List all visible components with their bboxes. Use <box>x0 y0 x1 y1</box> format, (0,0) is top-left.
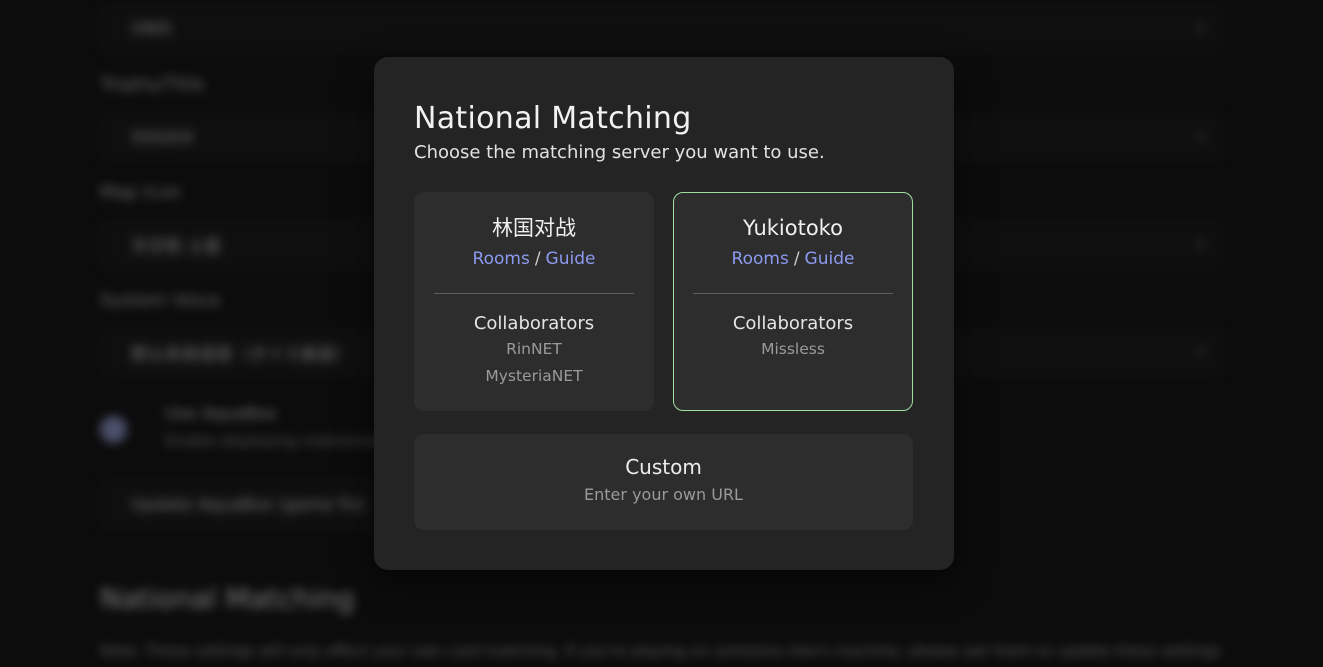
link-separator: / <box>535 249 541 269</box>
custom-card-title: Custom <box>414 454 913 480</box>
server-name: 林国对战 <box>415 215 653 241</box>
modal-subtitle: Choose the matching server you want to u… <box>414 141 914 165</box>
collaborator-name: Missless <box>674 336 912 363</box>
collaborators-heading: Collaborators <box>415 312 653 336</box>
link-separator: / <box>794 249 800 269</box>
rooms-link[interactable]: Rooms <box>732 249 789 269</box>
collaborators-heading: Collaborators <box>674 312 912 336</box>
server-name: Yukiotoko <box>674 215 912 241</box>
card-divider <box>693 293 893 294</box>
guide-link[interactable]: Guide <box>546 249 596 269</box>
card-divider <box>434 293 634 294</box>
custom-card-subtitle: Enter your own URL <box>414 484 913 506</box>
rooms-link[interactable]: Rooms <box>473 249 530 269</box>
custom-server-card[interactable]: Custom Enter your own URL <box>414 434 913 530</box>
national-matching-modal: National Matching Choose the matching se… <box>374 57 954 570</box>
server-card-linguo[interactable]: 林国对战 Rooms/Guide Collaborators RinNET My… <box>414 192 654 411</box>
modal-title: National Matching <box>414 101 914 137</box>
collaborator-name: RinNET <box>415 336 653 363</box>
server-links: Rooms/Guide <box>674 247 912 271</box>
server-card-yukiotoko[interactable]: Yukiotoko Rooms/Guide Collaborators Miss… <box>673 192 913 411</box>
server-links: Rooms/Guide <box>415 247 653 271</box>
guide-link[interactable]: Guide <box>805 249 855 269</box>
collaborator-name: MysteriaNET <box>415 363 653 390</box>
server-cards-row: 林国对战 Rooms/Guide Collaborators RinNET My… <box>414 192 914 411</box>
